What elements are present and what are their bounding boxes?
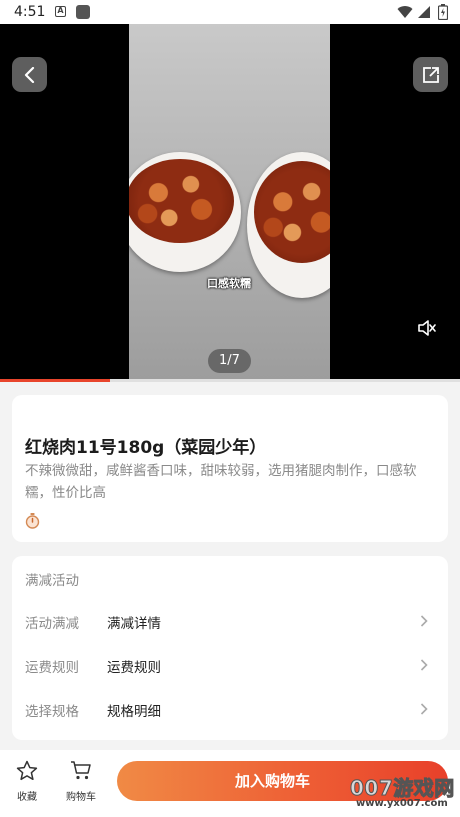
watermark-logo: 007游戏网 www.yx007.com xyxy=(350,772,460,817)
promo-row-value: 规格明细 xyxy=(107,704,161,720)
share-icon xyxy=(422,66,439,83)
chevron-right-icon xyxy=(420,659,428,671)
cart-label: 购物车 xyxy=(66,792,96,803)
video-caption: 口感软糯 xyxy=(207,277,251,290)
food-bowl-left xyxy=(129,152,241,272)
promo-row-spec[interactable]: 选择规格 规格明细 xyxy=(12,691,448,727)
product-title: 红烧肉11号180g（菜园少年） xyxy=(25,438,267,458)
promo-row-label: 活动满减 xyxy=(25,616,79,632)
promo-row-value: 满减详情 xyxy=(107,616,161,632)
status-time: 4:51 xyxy=(14,4,46,20)
chevron-right-icon xyxy=(420,703,428,715)
favorite-button[interactable]: 收藏 xyxy=(7,760,47,803)
product-media-viewer[interactable]: 口感软糯 1/7 xyxy=(0,24,460,379)
watermark-url: www.yx007.com xyxy=(356,798,448,809)
media-counter: 1/7 xyxy=(208,349,251,373)
notification-square-icon xyxy=(76,5,90,19)
media-progress-fill xyxy=(0,379,111,382)
battery-icon xyxy=(438,4,448,20)
stopwatch-icon xyxy=(25,513,40,529)
cart-icon xyxy=(71,761,91,780)
status-bar: 4:51 A xyxy=(0,0,460,24)
product-description: 不辣微微甜，咸鲜酱香口味，甜味较弱，选用猪腿肉制作，口感软糯，性价比高 xyxy=(25,463,417,501)
watermark-brand: 007游戏网 xyxy=(350,776,455,801)
promo-row-label: 选择规格 xyxy=(25,704,79,720)
notification-a-icon: A xyxy=(55,6,66,17)
favorite-label: 收藏 xyxy=(17,792,37,803)
share-button[interactable] xyxy=(413,57,448,92)
product-info-card: 红烧肉11号180g（菜园少年） 不辣微微甜，咸鲜酱香口味，甜味较弱，选用猪腿肉… xyxy=(12,395,448,542)
media-progress-bar xyxy=(0,379,460,382)
food-bowl-right xyxy=(247,152,330,298)
mute-icon[interactable] xyxy=(417,318,437,338)
promo-row-discount[interactable]: 活动满减 满减详情 xyxy=(12,603,448,639)
chevron-right-icon xyxy=(420,615,428,627)
promo-row-label: 运费规则 xyxy=(25,660,79,676)
promotions-card: 满减活动 活动满减 满减详情 运费规则 运费规则 选择规格 规格明细 xyxy=(12,556,448,740)
star-icon xyxy=(16,760,38,781)
chevron-left-icon xyxy=(24,66,34,83)
promo-row-value: 运费规则 xyxy=(107,660,161,676)
promotions-header: 满减活动 xyxy=(25,573,79,589)
signal-icon xyxy=(418,6,430,18)
back-button[interactable] xyxy=(12,57,47,92)
cart-button[interactable]: 购物车 xyxy=(61,760,101,803)
wifi-icon xyxy=(397,6,413,19)
product-video-frame[interactable] xyxy=(129,24,330,379)
promo-row-shipping[interactable]: 运费规则 运费规则 xyxy=(12,647,448,683)
